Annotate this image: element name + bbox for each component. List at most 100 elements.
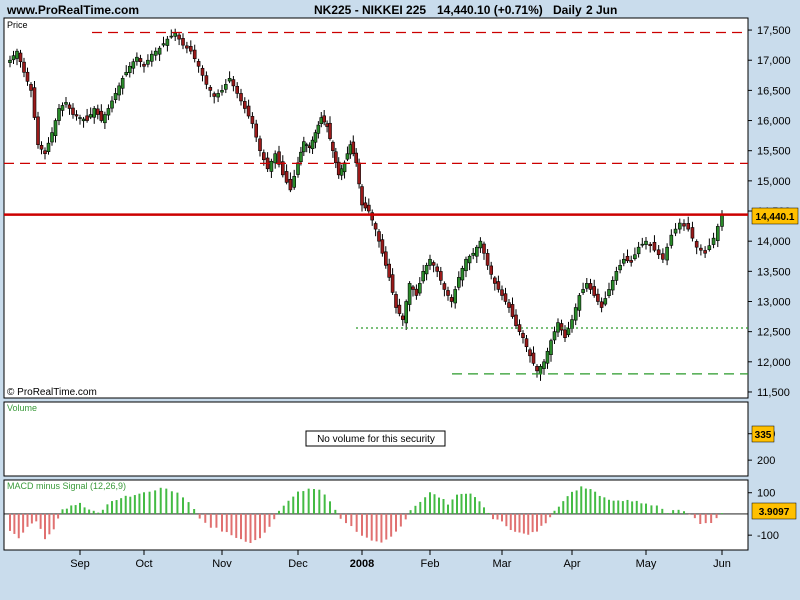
candle-down [325, 123, 329, 127]
macd-y-tick-label: -100 [757, 530, 779, 542]
candle-down [438, 271, 443, 281]
candle-up [556, 322, 560, 333]
candle-up [610, 280, 615, 291]
price-y-tick-label: 17,500 [757, 25, 791, 37]
candle-down [357, 162, 361, 185]
candle-up [81, 118, 86, 122]
candle-down [599, 301, 604, 308]
candle-up [552, 331, 557, 341]
candle-down [250, 116, 255, 124]
candle-down [625, 255, 630, 262]
candle-up [673, 228, 678, 234]
candle-down [185, 45, 189, 49]
candle-up [313, 132, 318, 143]
candle-down [531, 352, 536, 364]
candle-down [212, 93, 216, 97]
candle-down [629, 260, 634, 263]
candle-up [720, 214, 724, 227]
candle-down [514, 314, 518, 326]
candle-down [528, 349, 532, 357]
candle-up [618, 265, 622, 271]
candle-down [177, 34, 181, 40]
volume-marker-label: 335 [755, 430, 772, 441]
candle-down [235, 86, 239, 94]
candle-up [296, 162, 300, 175]
candle-up [633, 254, 637, 260]
candle-down [592, 286, 597, 296]
candle-down [142, 63, 146, 67]
candle-down [383, 251, 388, 266]
price-panel-label: Price [7, 20, 28, 30]
candle-up [220, 90, 224, 93]
candle-up [299, 151, 303, 163]
candle-up [110, 100, 114, 109]
candle-down [138, 58, 143, 63]
candle-down [36, 116, 40, 145]
candle-up [570, 319, 574, 329]
candle-down [284, 171, 289, 183]
candle-down [400, 315, 405, 320]
candle-up [292, 176, 297, 188]
candle-up [131, 61, 136, 69]
candle-down [204, 75, 209, 85]
candle-down [360, 186, 364, 206]
candle-down [517, 324, 522, 332]
candle-down [74, 114, 79, 117]
candle-down [331, 141, 335, 151]
candle-down [703, 250, 707, 254]
candle-up [92, 108, 97, 118]
candle-down [507, 302, 511, 308]
candle-up [621, 258, 626, 264]
candle-up [319, 117, 324, 125]
candle-up [342, 162, 347, 173]
candle-up [120, 78, 125, 89]
candle-down [596, 293, 600, 302]
candle-down [559, 323, 564, 331]
candle-down [648, 243, 653, 246]
candle-up [146, 59, 150, 65]
candle-up [464, 258, 468, 272]
candle-down [500, 289, 504, 296]
x-tick-label: May [636, 558, 657, 570]
candle-down [354, 152, 358, 164]
price-y-tick-label: 12,000 [757, 357, 791, 369]
candle-up [269, 160, 274, 172]
candle-down [363, 202, 368, 209]
candle-down [682, 223, 686, 227]
candle-up [57, 108, 61, 121]
candle-up [173, 32, 177, 37]
price-y-tick-label: 11,500 [757, 387, 790, 399]
candle-down [503, 293, 508, 302]
candle-down [351, 141, 356, 155]
candle-up [636, 246, 641, 255]
copyright-label: © ProRealTime.com [7, 387, 97, 398]
candle-down [200, 67, 205, 76]
candle-up [407, 283, 412, 305]
candle-down [521, 333, 525, 338]
candle-up [538, 366, 543, 375]
x-tick-label: Dec [288, 558, 308, 570]
candle-down [261, 152, 266, 161]
candle-up [216, 93, 220, 98]
candle-up [677, 222, 682, 230]
candle-up [150, 53, 154, 62]
candle-down [258, 138, 262, 151]
price-y-tick-label: 12,500 [757, 327, 791, 339]
macd-panel-label: MACD minus Signal (12,26,9) [7, 481, 126, 491]
candle-up [542, 361, 546, 369]
candle-up [471, 252, 476, 256]
candle-up [566, 328, 571, 336]
candle-up [549, 340, 553, 355]
candle-down [288, 178, 293, 191]
candle-down [254, 123, 258, 138]
candle-down [67, 104, 72, 109]
candle-down [277, 151, 281, 165]
candle-up [103, 114, 107, 124]
candle-up [88, 114, 93, 118]
candle-down [25, 71, 30, 82]
price-panel [3, 17, 749, 399]
candle-up [614, 271, 619, 281]
candle-up [117, 85, 121, 96]
candle-up [348, 144, 353, 155]
candle-down [95, 108, 100, 115]
